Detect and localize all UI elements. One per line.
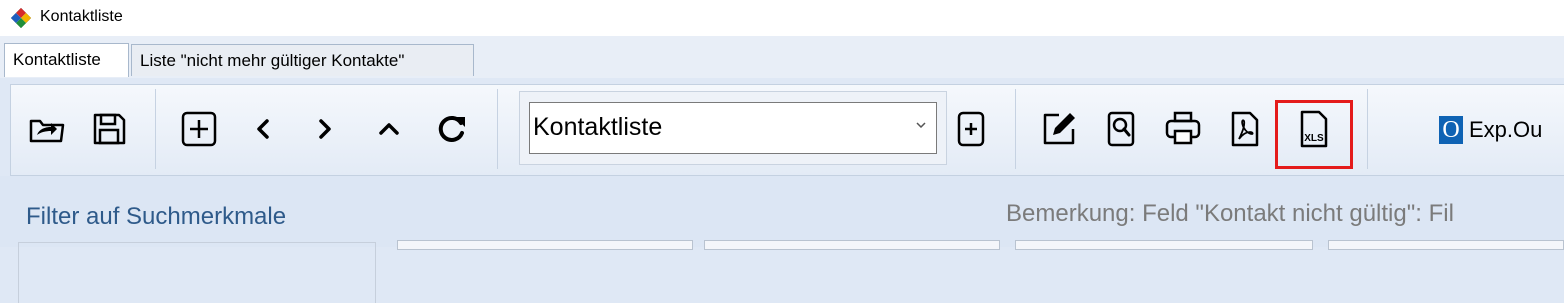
chevron-up-icon [379, 123, 399, 135]
list-select-frame: Kontaktliste [519, 91, 947, 165]
export-outlook-label: Exp.Ou [1469, 117, 1543, 142]
plus-small-icon [957, 111, 985, 147]
add-list-button[interactable] [949, 107, 993, 151]
content-area: Filter auf Suchmerkmale Bemerkung: Feld … [0, 176, 1564, 303]
column-header[interactable] [704, 240, 1000, 250]
tab-strip: Kontaktliste Liste "nicht mehr gültiger … [0, 36, 1564, 78]
window-title: Kontaktliste [40, 8, 123, 25]
magnifier-document-icon [1107, 111, 1135, 147]
toolbar-separator [1367, 89, 1368, 169]
pdf-icon [1231, 111, 1259, 147]
pdf-export-button[interactable] [1223, 107, 1267, 151]
export-outlook-button[interactable]: O Exp.Ou [1439, 113, 1542, 147]
toolbar-separator [1015, 89, 1016, 169]
chevron-down-icon[interactable] [914, 118, 928, 132]
tab-nicht-mehr-gueltige-kontakte[interactable]: Liste "nicht mehr gültiger Kontakte" [131, 44, 474, 76]
floppy-disk-icon [93, 113, 126, 145]
app-diamond-icon [10, 7, 32, 29]
printer-icon [1165, 111, 1201, 145]
toolbar-separator [155, 89, 156, 169]
chevron-left-icon [257, 119, 269, 139]
toolbar: Kontaktliste XLS O Exp.Ou [10, 84, 1564, 176]
edit-button[interactable] [1037, 107, 1081, 151]
folder-open-icon [29, 119, 65, 143]
next-button[interactable] [303, 107, 347, 151]
column-header[interactable] [397, 240, 693, 250]
plus-square-icon [181, 111, 217, 147]
chevron-right-icon [319, 119, 331, 139]
refresh-button[interactable] [429, 107, 473, 151]
pencil-icon [1043, 113, 1075, 145]
column-header[interactable] [1328, 240, 1564, 250]
refresh-icon [438, 115, 465, 142]
search-document-button[interactable] [1099, 107, 1143, 151]
outlook-icon: O [1439, 116, 1463, 144]
xls-highlight-frame [1275, 100, 1353, 169]
column-header[interactable] [1015, 240, 1313, 250]
list-select-value: Kontaktliste [533, 113, 663, 141]
save-button[interactable] [87, 107, 131, 151]
title-bar: Kontaktliste [0, 0, 1564, 36]
add-record-button[interactable] [177, 107, 221, 151]
toolbar-separator [497, 89, 498, 169]
list-select[interactable]: Kontaktliste [529, 102, 937, 154]
previous-button[interactable] [241, 107, 285, 151]
up-button[interactable] [367, 107, 411, 151]
remark-text: Bemerkung: Feld "Kontakt nicht gültig": … [1006, 200, 1454, 227]
filter-groupbox [18, 242, 376, 303]
tab-kontaktliste[interactable]: Kontaktliste [4, 43, 129, 77]
open-folder-button[interactable] [25, 107, 69, 151]
print-button[interactable] [1161, 107, 1205, 151]
filter-group-title: Filter auf Suchmerkmale [26, 202, 291, 232]
